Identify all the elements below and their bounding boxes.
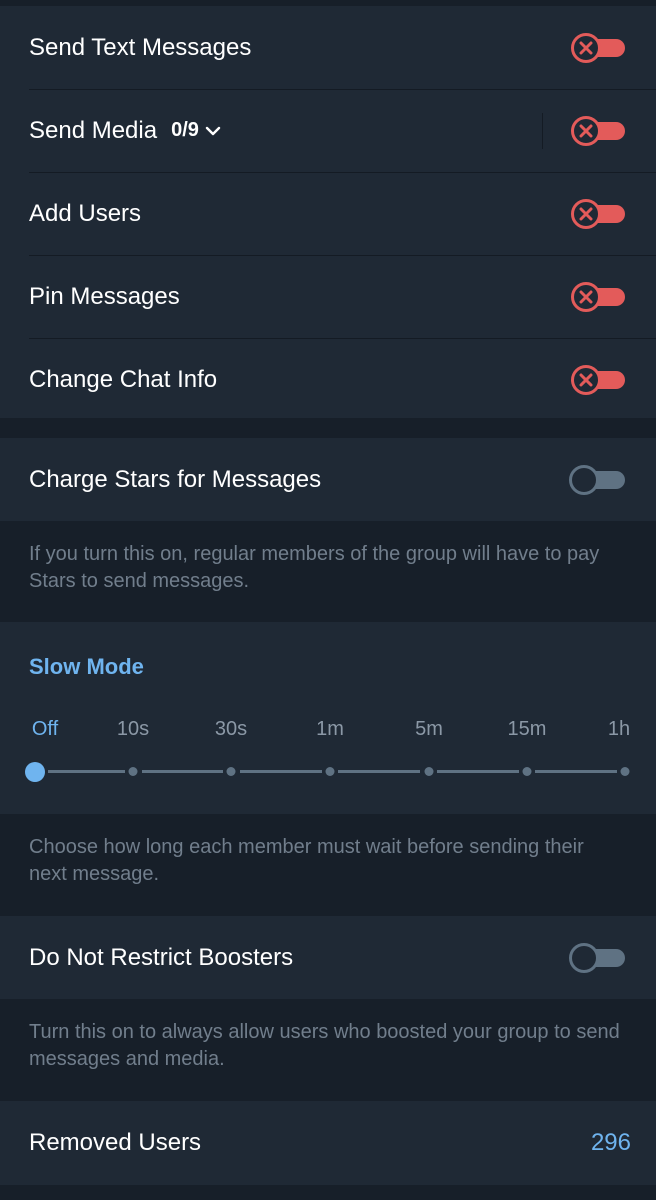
slow-mode-option-1h[interactable]: 1h [608,718,630,741]
removed-users-card: Removed Users 296 [0,1101,656,1185]
permission-label: Add Users [29,199,142,227]
permissions-card: Send Text Messages Send Media 0/9 Add Us… [0,6,656,418]
permission-pin-messages[interactable]: Pin Messages [0,255,656,338]
x-mark-icon [579,207,593,220]
send-media-toggle[interactable] [571,115,625,146]
permission-label: Send Text Messages [29,33,252,61]
pin-messages-toggle[interactable] [571,281,625,312]
slow-mode-option-1m[interactable]: 1m [316,718,344,741]
slow-mode-info: Choose how long each member must wait be… [0,814,656,916]
slow-mode-option-off[interactable]: Off [32,718,58,741]
slider-track-segment[interactable] [142,770,223,773]
slider-step-dot[interactable] [226,767,236,776]
slider-step-dot[interactable] [522,767,532,776]
slow-mode-card: Slow Mode Off 10s 30s 1m 5m 15m 1h [0,622,656,814]
slow-mode-option-15m[interactable]: 15m [508,718,547,741]
permission-label: Pin Messages [29,282,180,310]
slider-track-segment[interactable] [240,770,322,773]
slider-track-segment[interactable] [535,770,617,773]
slider-track-segment[interactable] [437,770,519,773]
boosters-info: Turn this on to always allow users who b… [0,999,656,1101]
slow-mode-slider-thumb[interactable] [25,762,45,782]
chevron-down-icon [205,126,221,135]
permission-label: Send Media [29,116,158,144]
slider-step-dot[interactable] [620,767,630,776]
slow-mode-option-5m[interactable]: 5m [415,718,443,741]
media-count-expander[interactable]: 0/9 [171,119,221,142]
x-mark-icon [579,41,593,54]
slow-mode-title: Slow Mode [29,654,144,679]
send-text-messages-toggle[interactable] [571,32,625,63]
permission-add-users[interactable]: Add Users [0,172,656,255]
slider-step-dot[interactable] [325,767,335,776]
slider-track-segment[interactable] [338,770,420,773]
removed-users-label: Removed Users [29,1128,202,1156]
slider-step-dot[interactable] [424,767,434,776]
boosters-row[interactable]: Do Not Restrict Boosters [0,916,656,999]
charge-stars-row[interactable]: Charge Stars for Messages [0,438,656,521]
charge-stars-toggle[interactable] [569,464,625,495]
slow-mode-info-text: Choose how long each member must wait be… [29,836,584,885]
removed-users-row[interactable]: Removed Users 296 [0,1101,656,1184]
charge-stars-info: If you turn this on, regular members of … [0,521,656,622]
add-users-toggle[interactable] [571,198,625,229]
removed-users-count: 296 [590,1128,631,1156]
permission-label: Change Chat Info [29,365,218,393]
change-chat-info-toggle[interactable] [571,364,625,395]
slow-mode-option-30s[interactable]: 30s [215,718,247,741]
permission-change-chat-info[interactable]: Change Chat Info [0,338,656,421]
boosters-label: Do Not Restrict Boosters [29,943,294,971]
permission-send-media[interactable]: Send Media 0/9 [0,89,656,172]
charge-stars-card: Charge Stars for Messages [0,438,656,521]
charge-stars-info-text: If you turn this on, regular members of … [29,543,600,592]
slider-track-segment[interactable] [48,770,125,773]
x-mark-icon [579,124,593,137]
x-mark-icon [579,290,593,303]
x-mark-icon [579,373,593,386]
boosters-toggle[interactable] [569,942,625,973]
boosters-card: Do Not Restrict Boosters [0,916,656,999]
charge-stars-label: Charge Stars for Messages [29,465,322,493]
media-count: 0/9 [171,119,199,141]
boosters-info-text: Turn this on to always allow users who b… [29,1021,620,1070]
slider-step-dot[interactable] [128,767,138,776]
slow-mode-option-10s[interactable]: 10s [117,718,149,741]
permission-send-text-messages[interactable]: Send Text Messages [0,6,656,89]
divider [542,113,543,149]
